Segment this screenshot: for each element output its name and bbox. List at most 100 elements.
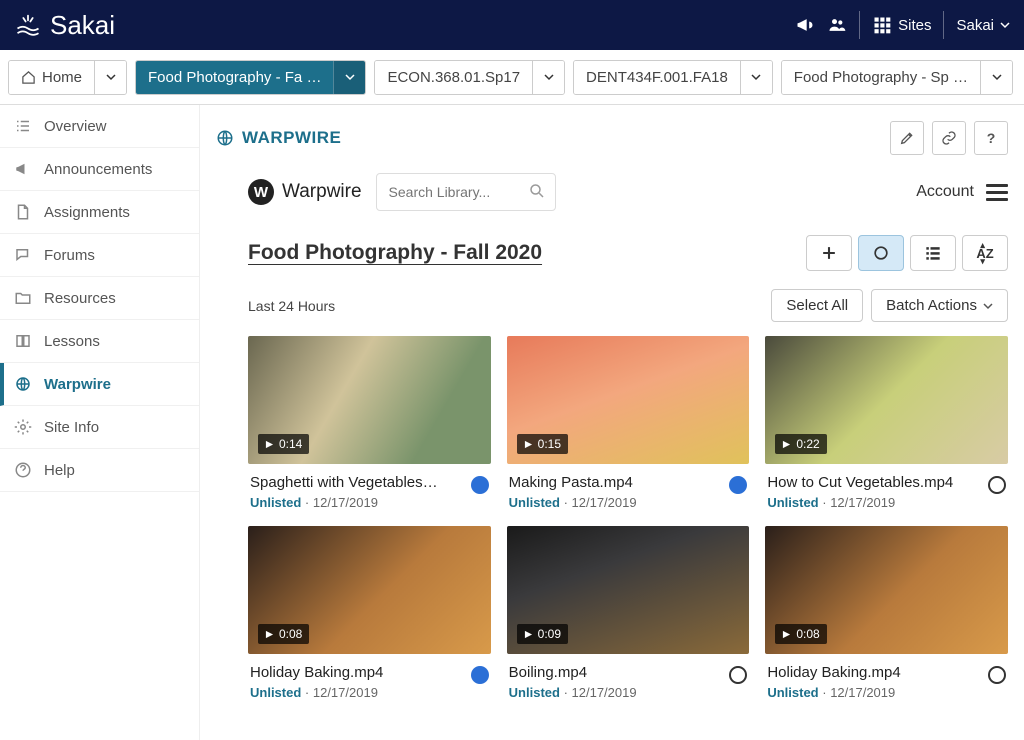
sidebar-item-lessons[interactable]: Lessons [0,320,199,363]
pencil-icon [899,130,915,146]
megaphone-icon[interactable] [795,15,815,35]
sort-az-icon: A▴▾Z [976,246,993,261]
content-area: WARPWIRE ? W Warpwire Account Food Photo… [200,105,1024,740]
site-tab[interactable]: ECON.368.01.Sp17 [374,60,565,95]
video-title[interactable]: Making Pasta.mp4 [509,474,722,491]
tab-label: Food Photography - Fa … [148,69,321,86]
add-media-button[interactable] [806,235,852,271]
video-grid: 0:14 Spaghetti with Vegetables… Unlisted ·… [216,332,1008,716]
duration-text: 0:14 [279,437,302,451]
video-thumbnail[interactable]: 0:08 [248,526,491,654]
video-date: 12/17/2019 [572,495,637,510]
sidebar-item-label: Lessons [44,333,100,350]
hamburger-icon [986,184,1008,201]
sidebar-item-help[interactable]: Help [0,449,199,492]
select-toggle[interactable] [471,476,489,494]
sakai-logo-icon [14,11,42,39]
chevron-down-icon [544,72,554,82]
site-tab[interactable]: Home [8,60,127,95]
gear-icon [14,418,32,436]
video-card: 0:22 How to Cut Vegetables.mp4 Unlisted · … [765,336,1008,510]
sidebar-item-label: Assignments [44,204,130,221]
section-label: Last 24 Hours [248,298,335,314]
sidebar-item-resources[interactable]: Resources [0,277,199,320]
sidebar-item-assignments[interactable]: Assignments [0,191,199,234]
video-card: 0:08Holiday Baking.mp4Unlisted · 12/17/2… [248,526,491,700]
tab-dropdown[interactable] [740,61,772,94]
sort-button[interactable]: A▴▾Z [962,235,1008,271]
video-meta: Unlisted · 12/17/2019 [250,495,463,510]
video-title[interactable]: Holiday Baking.mp4 [767,664,980,681]
chevron-down-icon [992,72,1002,82]
site-tab[interactable]: Food Photography - Fa … [135,60,366,95]
help-button[interactable]: ? [974,121,1008,155]
duration-badge: 0:14 [258,434,309,454]
video-title[interactable]: Holiday Baking.mp4 [250,664,463,681]
tab-label: ECON.368.01.Sp17 [387,69,520,86]
select-toggle[interactable] [729,666,747,684]
edit-button[interactable] [890,121,924,155]
video-card: 0:08Holiday Baking.mp4Unlisted · 12/17/2… [765,526,1008,700]
chevron-down-icon [106,72,116,82]
link-button[interactable] [932,121,966,155]
link-icon [941,130,957,146]
tab-dropdown[interactable] [94,61,126,94]
user-label: Sakai [956,17,994,34]
sidebar-item-warpwire[interactable]: Warpwire [0,363,199,406]
account-menu[interactable]: Account [916,183,1008,201]
video-thumbnail[interactable]: 0:09 [507,526,750,654]
sidebar-item-label: Warpwire [44,376,111,393]
sites-button[interactable]: Sites [872,15,931,35]
select-toggle[interactable] [988,666,1006,684]
plus-icon [819,243,839,263]
site-tab[interactable]: Food Photography - Sp … [781,60,1013,95]
tab-dropdown[interactable] [980,61,1012,94]
chevron-down-icon [345,72,355,82]
duration-text: 0:15 [538,437,561,451]
duration-badge: 0:08 [775,624,826,644]
video-thumbnail[interactable]: 0:15 [507,336,750,464]
account-label: Account [916,183,974,201]
search-icon[interactable] [528,182,546,200]
question-icon [14,461,32,479]
duration-text: 0:09 [538,627,561,641]
sidebar-item-forums[interactable]: Forums [0,234,199,277]
video-title[interactable]: Boiling.mp4 [509,664,722,681]
user-menu[interactable]: Sakai [956,17,1010,34]
library-title[interactable]: Food Photography - Fall 2020 [248,241,542,265]
video-title[interactable]: Spaghetti with Vegetables… [250,474,463,491]
file-icon [14,203,32,221]
tab-dropdown[interactable] [532,61,564,94]
video-meta: Unlisted · 12/17/2019 [767,495,980,510]
sidebar-item-label: Help [44,462,75,479]
select-toggle[interactable] [471,666,489,684]
video-status: Unlisted [509,495,560,510]
sidebar-item-overview[interactable]: Overview [0,105,199,148]
video-thumbnail[interactable]: 0:14 [248,336,491,464]
batch-actions-button[interactable]: Batch Actions [871,289,1008,322]
video-date: 12/17/2019 [313,685,378,700]
list-icon [923,243,943,263]
tab-dropdown[interactable] [333,61,365,94]
select-toggle[interactable] [988,476,1006,494]
select-all-button[interactable]: Select All [771,289,863,322]
chevron-down-icon [983,301,993,311]
select-mode-button[interactable] [858,235,904,271]
video-thumbnail[interactable]: 0:08 [765,526,1008,654]
list-view-button[interactable] [910,235,956,271]
users-icon[interactable] [827,15,847,35]
sakai-logo[interactable]: Sakai [14,10,115,41]
video-status: Unlisted [509,685,560,700]
video-title[interactable]: How to Cut Vegetables.mp4 [767,474,980,491]
sidebar-item-announcements[interactable]: Announcements [0,148,199,191]
site-tab[interactable]: DENT434F.001.FA18 [573,60,773,95]
tab-label: Food Photography - Sp … [794,69,968,86]
circle-icon [871,243,891,263]
duration-text: 0:22 [796,437,819,451]
warpwire-logo[interactable]: W Warpwire [248,179,362,205]
video-thumbnail[interactable]: 0:22 [765,336,1008,464]
sidebar-item-site-info[interactable]: Site Info [0,406,199,449]
list-icon [14,117,32,135]
sidebar-item-label: Announcements [44,161,152,178]
select-toggle[interactable] [729,476,747,494]
